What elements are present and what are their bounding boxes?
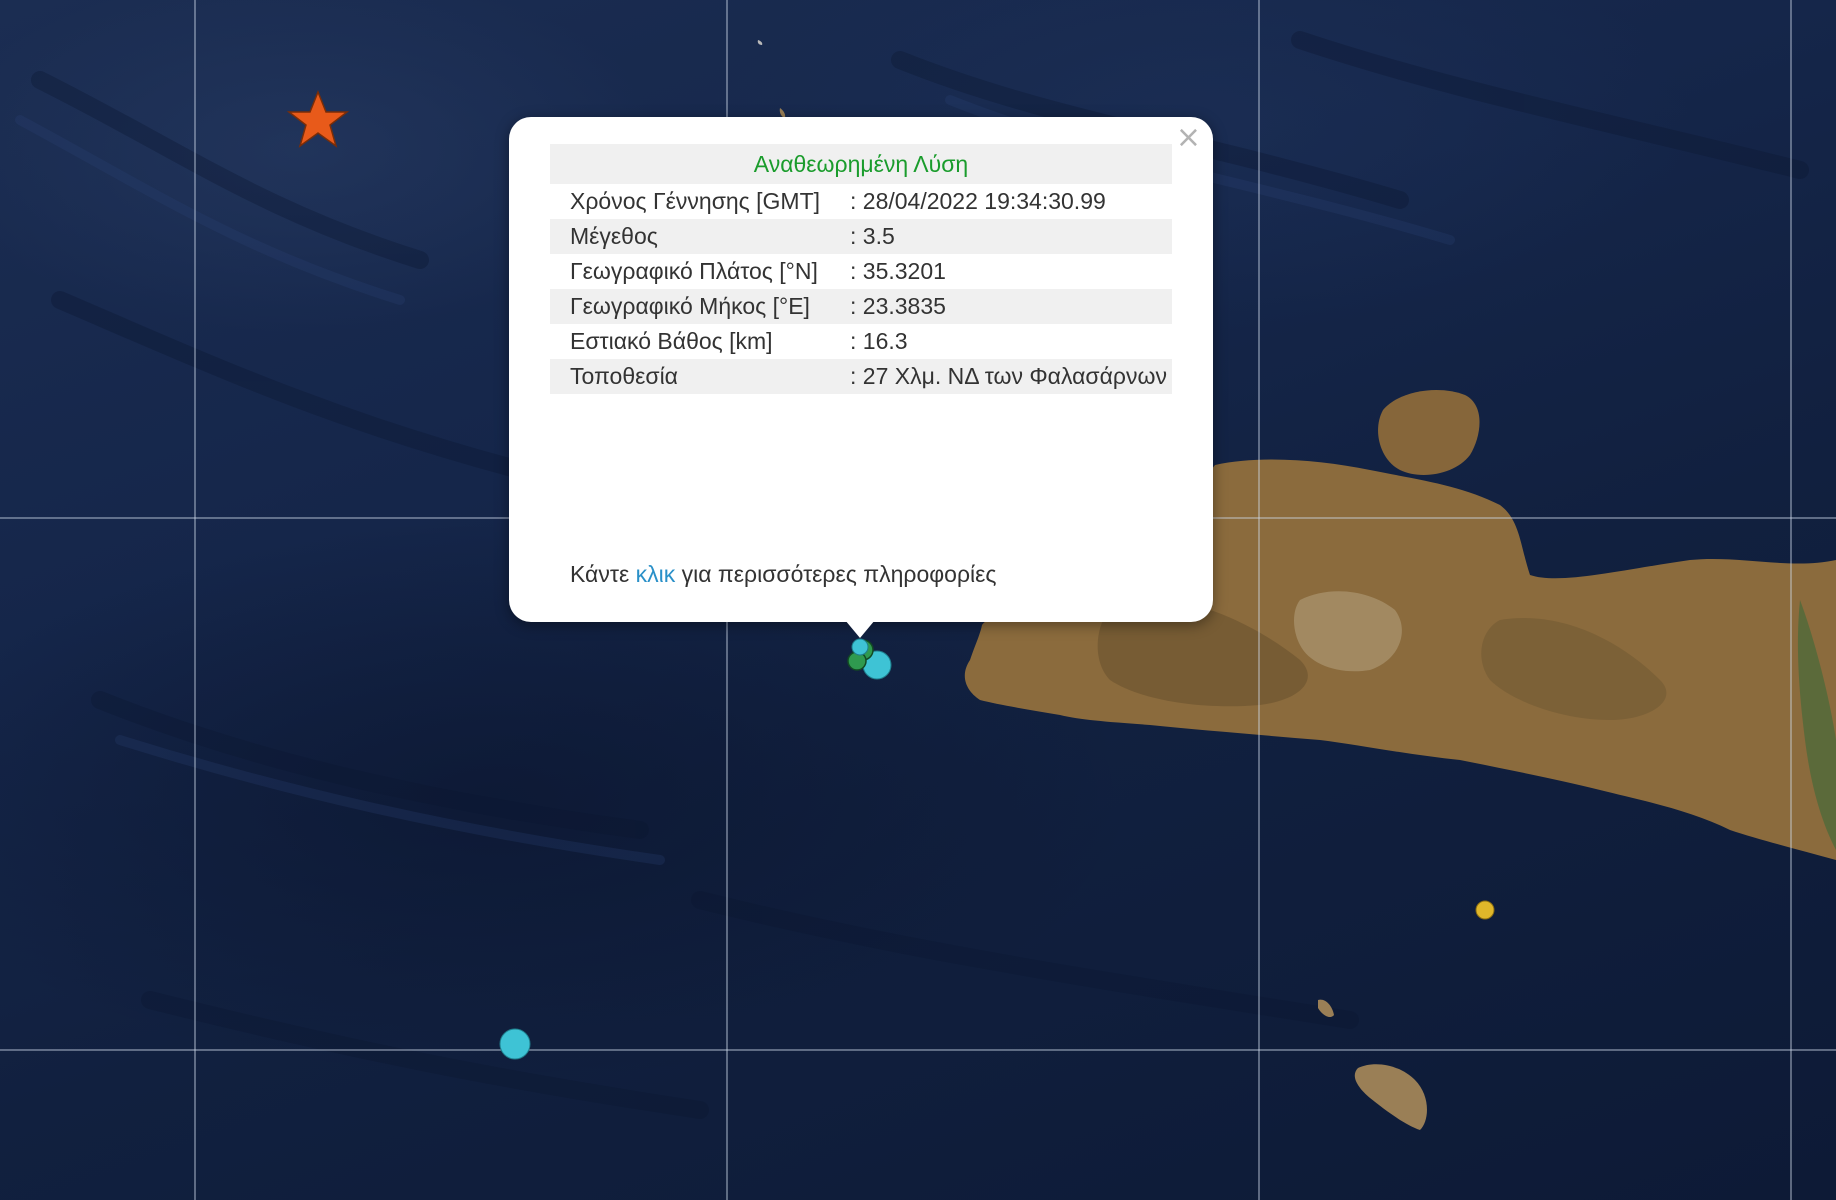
popup-tip (845, 620, 875, 638)
footer-suffix: για περισσότερες πληροφορίες (675, 561, 997, 587)
earthquake-details-table: Αναθεωρημένη Λύση Χρόνος Γέννησης [GMT] … (550, 144, 1172, 394)
footer-prefix: Κάντε (570, 561, 636, 587)
detail-row-origin-time: Χρόνος Γέννησης [GMT] : 28/04/2022 19:34… (550, 184, 1172, 219)
event-yellow[interactable] (1475, 900, 1495, 920)
detail-label: Μέγεθος (550, 219, 830, 254)
detail-label: Εστιακό Βάθος [km] (570, 328, 773, 354)
popup-footer: Κάντε κλικ για περισσότερες πληροφορίες (570, 557, 997, 592)
detail-label: Τοποθεσία (550, 359, 830, 394)
star-icon (286, 89, 350, 148)
event-cyan-2[interactable] (499, 1028, 531, 1060)
detail-value: : 23.3835 (830, 289, 1172, 324)
detail-row-depth: Εστιακό Βάθος [km] : 16.3 (550, 324, 1172, 359)
popup-title-row: Αναθεωρημένη Λύση (550, 144, 1172, 184)
detail-row-location: Τοποθεσία : 27 Χλμ. ΝΔ των Φαλασάρνων (550, 359, 1172, 394)
detail-label: Χρόνος Γέννησης [GMT] (570, 188, 821, 214)
detail-row-latitude: Γεωγραφικό Πλάτος [°N] : 35.3201 (550, 254, 1172, 289)
detail-label: Γεωγραφικό Πλάτος [°N] (570, 258, 818, 284)
map-view[interactable]: × Αναθεωρημένη Λύση Χρόνος Γέννησης [GMT… (0, 0, 1836, 1200)
detail-value: : 28/04/2022 19:34:30.99 (850, 188, 1106, 214)
detail-value: : 27 Χλμ. ΝΔ των Φαλασάρνων (830, 359, 1172, 394)
detail-value: : 16.3 (850, 328, 908, 354)
detail-row-magnitude: Μέγεθος : 3.5 (550, 219, 1172, 254)
close-icon[interactable]: × (1176, 123, 1201, 153)
more-info-link[interactable]: κλικ (636, 561, 676, 587)
detail-row-longitude: Γεωγραφικό Μήκος [°E] : 23.3835 (550, 289, 1172, 324)
earthquake-popup: × Αναθεωρημένη Λύση Χρόνος Γέννησης [GMT… (509, 117, 1213, 622)
event-cyan-small[interactable] (851, 638, 869, 656)
star-marker[interactable] (286, 89, 350, 148)
popup-title: Αναθεωρημένη Λύση (550, 144, 1172, 184)
detail-label: Γεωγραφικό Μήκος [°E] (550, 289, 830, 324)
detail-value: : 35.3201 (850, 258, 946, 284)
detail-value: : 3.5 (830, 219, 1172, 254)
